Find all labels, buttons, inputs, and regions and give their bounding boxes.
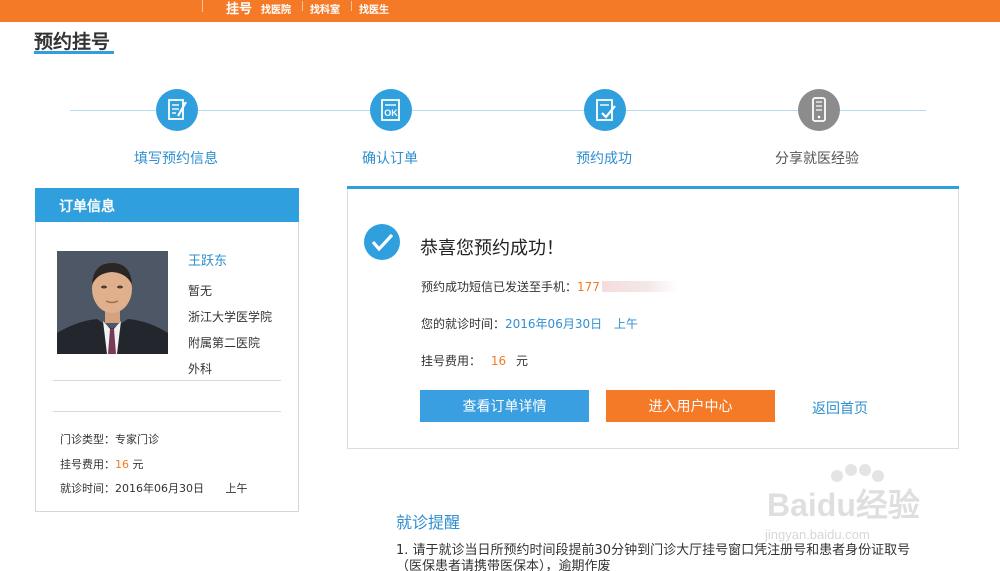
success-title: 恭喜您预约成功！ bbox=[420, 238, 564, 259]
fee-value: 16 bbox=[115, 458, 129, 471]
fee-notice: 挂号费用： 16 元 bbox=[421, 352, 528, 369]
fee-unit: 元 bbox=[132, 458, 144, 471]
department-name: 外科 bbox=[188, 362, 213, 376]
nav-separator bbox=[302, 1, 303, 11]
reminder-title: 就诊提醒 bbox=[396, 513, 461, 532]
page-title-underline bbox=[34, 51, 114, 54]
success-panel-topline bbox=[347, 186, 959, 189]
topbar-brand[interactable]: 挂号 bbox=[226, 0, 252, 17]
watermark-line2: jingyan.baidu.com bbox=[765, 527, 870, 542]
doctor-name[interactable]: 王跃东 bbox=[188, 250, 227, 269]
card-divider bbox=[53, 411, 281, 412]
sms-label: 预约成功短信已发送至手机： bbox=[421, 280, 578, 294]
visit-time-row: 就诊时间：2016年06月30日 上午 bbox=[60, 480, 248, 496]
card-divider bbox=[53, 380, 281, 381]
visit-time-label: 就诊时间： bbox=[60, 482, 115, 495]
sms-phone: 177 bbox=[577, 280, 600, 294]
page-title: 预约挂号 bbox=[34, 31, 111, 53]
fee-row: 挂号费用：16 元 bbox=[60, 456, 144, 472]
watermark-line1: Baidu经验 bbox=[767, 487, 920, 523]
success-panel: 恭喜您预约成功！ 预约成功短信已发送至手机：177 您的就诊时间：2016年06… bbox=[347, 186, 959, 449]
clinic-type-value: 专家门诊 bbox=[115, 433, 159, 446]
step-label-success: 预约成功 bbox=[576, 151, 632, 167]
check-document-icon bbox=[584, 89, 626, 131]
clinic-type-label: 门诊类型： bbox=[60, 433, 115, 446]
clinic-type-row: 门诊类型：专家门诊 bbox=[60, 431, 159, 447]
top-navigation-bar: 挂号 找医院 找科室 找医生 bbox=[0, 0, 1000, 22]
sms-notice: 预约成功短信已发送至手机：177 bbox=[421, 278, 678, 295]
order-info-header: 订单信息 bbox=[35, 188, 299, 222]
doctor-title: 暂无 bbox=[188, 284, 213, 298]
order-info-card: 订单信息 王跃东 暂无 浙江大学医学院 附属第二医院 外科 门诊类型：专家门诊 … bbox=[35, 188, 299, 512]
visit-time-period: 上午 bbox=[225, 482, 248, 495]
phone-icon bbox=[798, 89, 840, 131]
nav-find-department[interactable]: 找科室 bbox=[310, 1, 340, 16]
fee-label: 挂号费用： bbox=[60, 458, 115, 471]
baidu-watermark: Baidu经验 jingyan.baidu.com bbox=[755, 462, 985, 562]
hospital-name-line1: 浙江大学医学院 bbox=[188, 310, 273, 324]
fee-unit: 元 bbox=[515, 354, 528, 368]
visit-time-notice: 您的就诊时间：2016年06月30日 上午 bbox=[421, 315, 638, 332]
hospital-name-line2: 附属第二医院 bbox=[188, 336, 261, 350]
fee-label: 挂号费用： bbox=[421, 354, 482, 368]
fee-value: 16 bbox=[490, 354, 507, 368]
phone-blur-mask bbox=[601, 281, 678, 292]
user-center-button[interactable]: 进入用户中心 bbox=[606, 390, 775, 422]
checkmark-icon bbox=[364, 224, 400, 260]
return-home-link[interactable]: 返回首页 bbox=[812, 398, 868, 418]
order-info-title: 订单信息 bbox=[59, 199, 115, 215]
visit-time-period: 上午 bbox=[613, 317, 638, 331]
step-label-share: 分享就医经验 bbox=[775, 151, 859, 167]
form-edit-icon bbox=[156, 89, 198, 131]
nav-separator bbox=[351, 1, 352, 11]
visit-time-date: 2016年06月30日 bbox=[505, 317, 603, 331]
visit-time-label: 您的就诊时间： bbox=[421, 317, 506, 331]
ok-icon: OK bbox=[370, 89, 412, 131]
doctor-photo bbox=[57, 251, 168, 354]
view-order-details-button[interactable]: 查看订单详情 bbox=[420, 390, 589, 422]
svg-text:OK: OK bbox=[384, 108, 398, 118]
step-label-confirm-order: 确认订单 bbox=[362, 151, 418, 167]
nav-find-doctor[interactable]: 找医生 bbox=[359, 1, 389, 16]
nav-find-hospital[interactable]: 找医院 bbox=[261, 1, 291, 16]
visit-time-date: 2016年06月30日 bbox=[115, 482, 204, 495]
topbar-separator bbox=[202, 0, 203, 12]
step-label-fill-info: 填写预约信息 bbox=[134, 151, 218, 167]
